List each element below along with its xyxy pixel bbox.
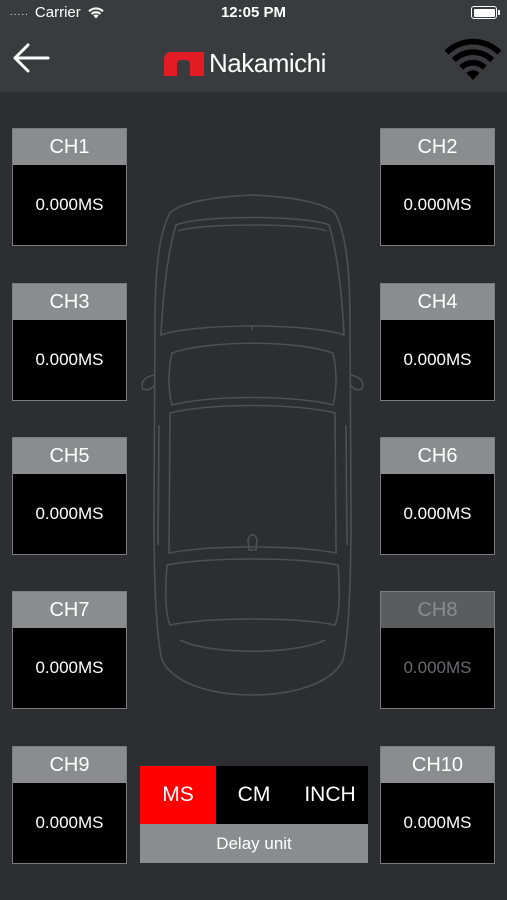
- channel-label: CH3: [13, 284, 126, 320]
- channel-3-delay[interactable]: CH3 0.000MS: [12, 283, 127, 401]
- delay-unit-panel: MS CM INCH Delay unit: [140, 766, 368, 863]
- channel-8-delay[interactable]: CH8 0.000MS: [380, 591, 495, 709]
- channel-delay-value: 0.000MS: [13, 165, 126, 245]
- back-button[interactable]: [10, 40, 52, 76]
- unit-cm-button[interactable]: CM: [216, 766, 292, 824]
- channel-4-delay[interactable]: CH4 0.000MS: [380, 283, 495, 401]
- back-arrow-icon: [13, 43, 50, 73]
- battery-icon: [471, 6, 500, 19]
- channel-delay-value: 0.000MS: [13, 783, 126, 863]
- delay-unit-selector: MS CM INCH: [140, 766, 368, 824]
- wifi-connection-button[interactable]: [443, 34, 503, 84]
- channel-1-delay[interactable]: CH1 0.000MS: [12, 128, 127, 246]
- channel-delay-value: 0.000MS: [13, 628, 126, 708]
- channel-label: CH10: [381, 747, 494, 783]
- channel-label: CH1: [13, 129, 126, 165]
- channel-label: CH9: [13, 747, 126, 783]
- clock: 12:05 PM: [220, 4, 287, 21]
- unit-inch-button[interactable]: INCH: [292, 766, 368, 824]
- channel-delay-value: 0.000MS: [13, 320, 126, 400]
- channel-10-delay[interactable]: CH10 0.000MS: [380, 746, 495, 864]
- brand-name: Nakamichi: [209, 48, 326, 78]
- unit-ms-button[interactable]: MS: [140, 766, 216, 824]
- channel-7-delay[interactable]: CH7 0.000MS: [12, 591, 127, 709]
- channel-label: CH8: [381, 592, 494, 628]
- channel-delay-value: 0.000MS: [381, 165, 494, 245]
- status-bar: ..... Carrier 12:05 PM: [0, 0, 507, 26]
- channel-label: CH6: [381, 438, 494, 474]
- channel-label: CH7: [13, 592, 126, 628]
- brand-logo: Nakamichi: [163, 48, 326, 79]
- channel-delay-value: 0.000MS: [381, 628, 494, 708]
- channel-label: CH5: [13, 438, 126, 474]
- channel-label: CH2: [381, 129, 494, 165]
- wifi-icon: [444, 38, 502, 80]
- channel-6-delay[interactable]: CH6 0.000MS: [380, 437, 495, 555]
- navigation-bar: Nakamichi: [0, 26, 507, 92]
- channel-5-delay[interactable]: CH5 0.000MS: [12, 437, 127, 555]
- channel-delay-value: 0.000MS: [381, 320, 494, 400]
- channel-label: CH4: [381, 284, 494, 320]
- nakamichi-logo-mark: [164, 51, 204, 76]
- channel-delay-value: 0.000MS: [13, 474, 126, 554]
- car-top-view-illustration: [141, 194, 364, 696]
- channel-delay-value: 0.000MS: [381, 474, 494, 554]
- channel-2-delay[interactable]: CH2 0.000MS: [380, 128, 495, 246]
- delay-unit-label: Delay unit: [140, 824, 368, 863]
- channel-9-delay[interactable]: CH9 0.000MS: [12, 746, 127, 864]
- channel-delay-value: 0.000MS: [381, 783, 494, 863]
